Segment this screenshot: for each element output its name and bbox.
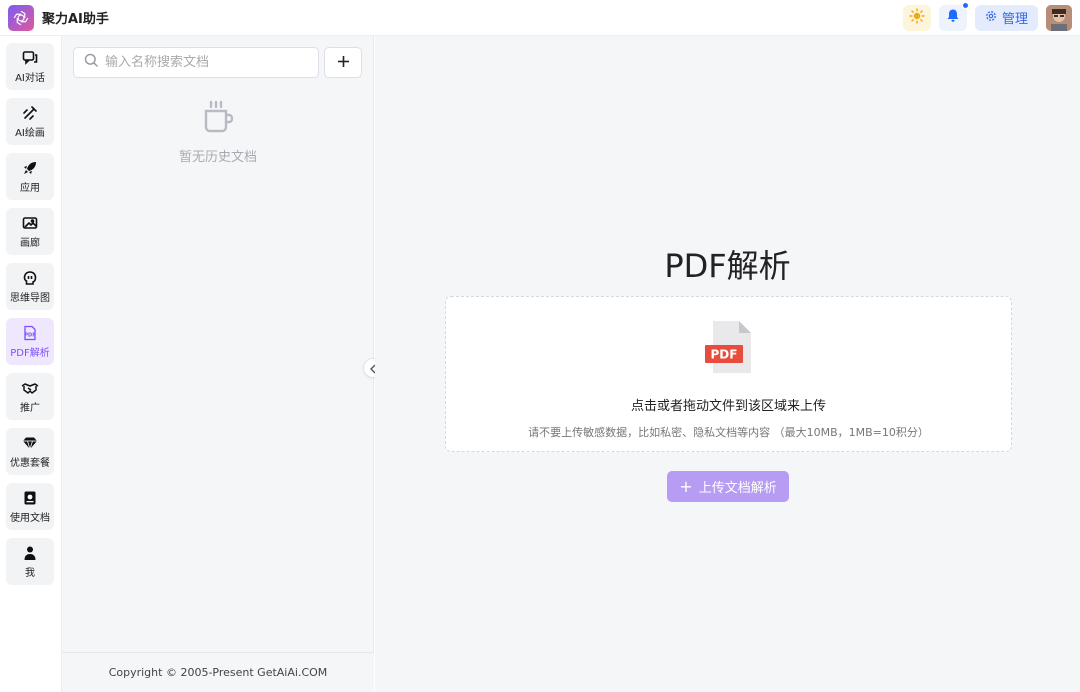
theme-toggle-button[interactable] — [902, 4, 931, 31]
nav-item-plans[interactable]: 优惠套餐 — [6, 428, 54, 475]
nav-item-promote[interactable]: 推广 — [6, 373, 54, 420]
coffee-cup-icon — [202, 100, 234, 138]
nav-item-pdf[interactable]: PDF PDF解析 — [6, 318, 54, 365]
avatar[interactable] — [1046, 4, 1072, 31]
dropzone-hint: 请不要上传敏感数据，比如私密、隐私文档等内容 （最大10MB，1MB=10积分） — [528, 426, 929, 439]
nav-item-me[interactable]: 我 — [6, 538, 54, 585]
nav-label-apps: 应用 — [20, 183, 40, 194]
upload-parse-button[interactable]: + 上传文档解析 — [667, 471, 789, 502]
brush-icon — [22, 104, 38, 122]
copyright-footer: Copyright © 2005-Present GetAiAi.COM — [62, 652, 374, 692]
rocket-icon — [22, 159, 38, 177]
nav-label-pdf: PDF解析 — [10, 348, 50, 359]
add-document-button[interactable] — [324, 47, 362, 78]
notification-dot — [961, 1, 969, 9]
pdf-file-icon: PDF — [703, 319, 755, 381]
nav-label-gallery: 画廊 — [20, 238, 40, 249]
pdf-badge-text: PDF — [710, 348, 737, 362]
main-content: PDF解析 PDF 点击或者拖动文件到该区域来上传 请不要上传敏感数据，比如私密… — [375, 36, 1080, 692]
nav-label-draw: AI绘画 — [15, 128, 45, 139]
handshake-icon — [21, 379, 39, 397]
left-nav: AI对话 AI绘画 应用 画廊 思维导图 PDF PDF解析 推广 优惠套餐 使… — [0, 36, 62, 692]
search-input[interactable] — [105, 55, 305, 70]
top-bar: 聚力AI助手 管理 — [0, 0, 1080, 36]
upload-plus-icon: + — [679, 477, 693, 496]
nav-item-draw[interactable]: AI绘画 — [6, 98, 54, 145]
nav-label-plans: 优惠套餐 — [10, 458, 50, 469]
nav-item-gallery[interactable]: 画廊 — [6, 208, 54, 255]
nav-item-docs[interactable]: 使用文档 — [6, 483, 54, 530]
image-icon — [22, 214, 38, 232]
nav-label-me: 我 — [25, 568, 35, 579]
nav-item-apps[interactable]: 应用 — [6, 153, 54, 200]
nav-label-promote: 推广 — [20, 403, 40, 414]
gear-icon — [985, 10, 997, 26]
notification-button[interactable] — [938, 1, 969, 31]
upload-button-label: 上传文档解析 — [698, 481, 777, 496]
diamond-icon — [22, 434, 38, 452]
nav-item-mindmap[interactable]: 思维导图 — [6, 263, 54, 310]
admin-button[interactable]: 管理 — [974, 4, 1038, 31]
upload-dropzone[interactable]: PDF 点击或者拖动文件到该区域来上传 请不要上传敏感数据，比如私密、隐私文档等… — [445, 296, 1012, 452]
app-title: 聚力AI助手 — [42, 12, 109, 27]
page-title: PDF解析 — [664, 247, 791, 285]
document-panel: 暂无历史文档 Copyright © 2005-Present GetAiAi.… — [62, 36, 374, 692]
svg-text:PDF: PDF — [24, 333, 35, 339]
nav-label-chat: AI对话 — [15, 73, 45, 84]
chat-icon — [22, 49, 38, 67]
book-icon — [22, 489, 38, 507]
nav-item-chat[interactable]: AI对话 — [6, 43, 54, 90]
dropzone-title: 点击或者拖动文件到该区域来上传 — [630, 399, 826, 414]
sun-icon — [909, 7, 925, 28]
app-logo[interactable] — [8, 4, 34, 31]
nav-label-mindmap: 思维导图 — [10, 293, 50, 304]
empty-state: 暂无历史文档 — [62, 100, 374, 165]
admin-label: 管理 — [1001, 12, 1028, 27]
search-box[interactable] — [73, 47, 319, 78]
nav-label-docs: 使用文档 — [10, 513, 50, 524]
plus-icon — [337, 53, 350, 72]
pdf-icon: PDF — [22, 324, 38, 342]
brain-icon — [22, 269, 38, 287]
empty-history-text: 暂无历史文档 — [178, 150, 257, 165]
bell-icon — [946, 8, 960, 27]
search-icon — [84, 53, 99, 72]
user-icon — [22, 544, 38, 562]
